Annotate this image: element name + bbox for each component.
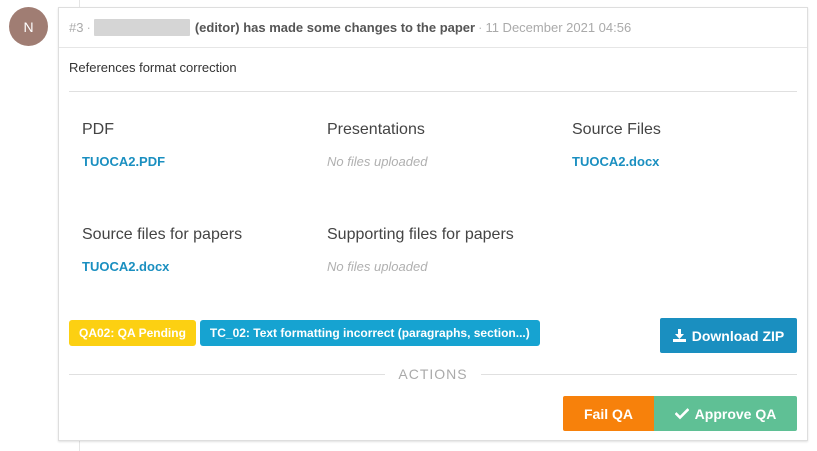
check-icon xyxy=(674,407,689,420)
avatar: N xyxy=(9,7,48,46)
file-group-source-files: Source Files TUOCA2.docx xyxy=(572,121,792,169)
status-badge-text-formatting: TC_02: Text formatting incorrect (paragr… xyxy=(199,320,540,346)
entry-action-text: (editor) has made some changes to the pa… xyxy=(194,20,476,35)
file-group-title: Presentations xyxy=(327,121,425,138)
approve-qa-button[interactable]: Approve QA xyxy=(654,396,797,431)
status-badges: QA02: QA Pending TC_02: Text formatting … xyxy=(69,320,540,346)
entry-number: #3 xyxy=(69,20,84,35)
divider-line xyxy=(69,373,386,375)
file-group-title: Source Files xyxy=(572,121,661,138)
actions-label: ACTIONS xyxy=(398,366,468,382)
no-files-text: No files uploaded xyxy=(327,259,428,274)
download-zip-button[interactable]: Download ZIP xyxy=(660,318,797,353)
file-group-source-files-for-papers: Source files for papers TUOCA2.docx xyxy=(82,226,302,274)
divider xyxy=(69,91,797,92)
file-group-title: Supporting files for papers xyxy=(327,226,514,243)
entry-date: 11 December 2021 04:56 xyxy=(485,20,632,35)
file-group-title: Source files for papers xyxy=(82,226,243,243)
entry-comment: References format correction xyxy=(69,60,237,75)
download-icon xyxy=(672,329,686,342)
fail-qa-button[interactable]: Fail QA xyxy=(563,396,654,431)
download-zip-label: Download ZIP xyxy=(691,327,785,344)
file-group-presentations: Presentations No files uploaded xyxy=(327,121,547,169)
entry-header: #3 · (editor) has made some changes to t… xyxy=(59,8,807,48)
separator-dot: · xyxy=(86,20,91,35)
separator-dot: · xyxy=(478,20,483,35)
file-group-pdf: PDF TUOCA2.PDF xyxy=(82,121,302,169)
file-link[interactable]: TUOCA2.docx xyxy=(82,259,302,274)
timeline-entry-card: #3 · (editor) has made some changes to t… xyxy=(58,7,808,441)
qa-action-buttons: Fail QA Approve QA xyxy=(563,396,797,431)
redacted-user-name xyxy=(93,19,190,36)
file-group-supporting-files: Supporting files for papers No files upl… xyxy=(327,226,547,274)
fail-qa-label: Fail QA xyxy=(583,405,633,422)
file-link[interactable]: TUOCA2.PDF xyxy=(82,154,302,169)
actions-divider: ACTIONS xyxy=(69,366,798,382)
divider-line xyxy=(480,373,798,375)
approve-qa-label: Approve QA xyxy=(694,405,777,422)
file-link[interactable]: TUOCA2.docx xyxy=(572,154,792,169)
file-group-title: PDF xyxy=(82,121,114,138)
status-badge-qa-pending: QA02: QA Pending xyxy=(69,320,196,346)
no-files-text: No files uploaded xyxy=(327,154,428,169)
